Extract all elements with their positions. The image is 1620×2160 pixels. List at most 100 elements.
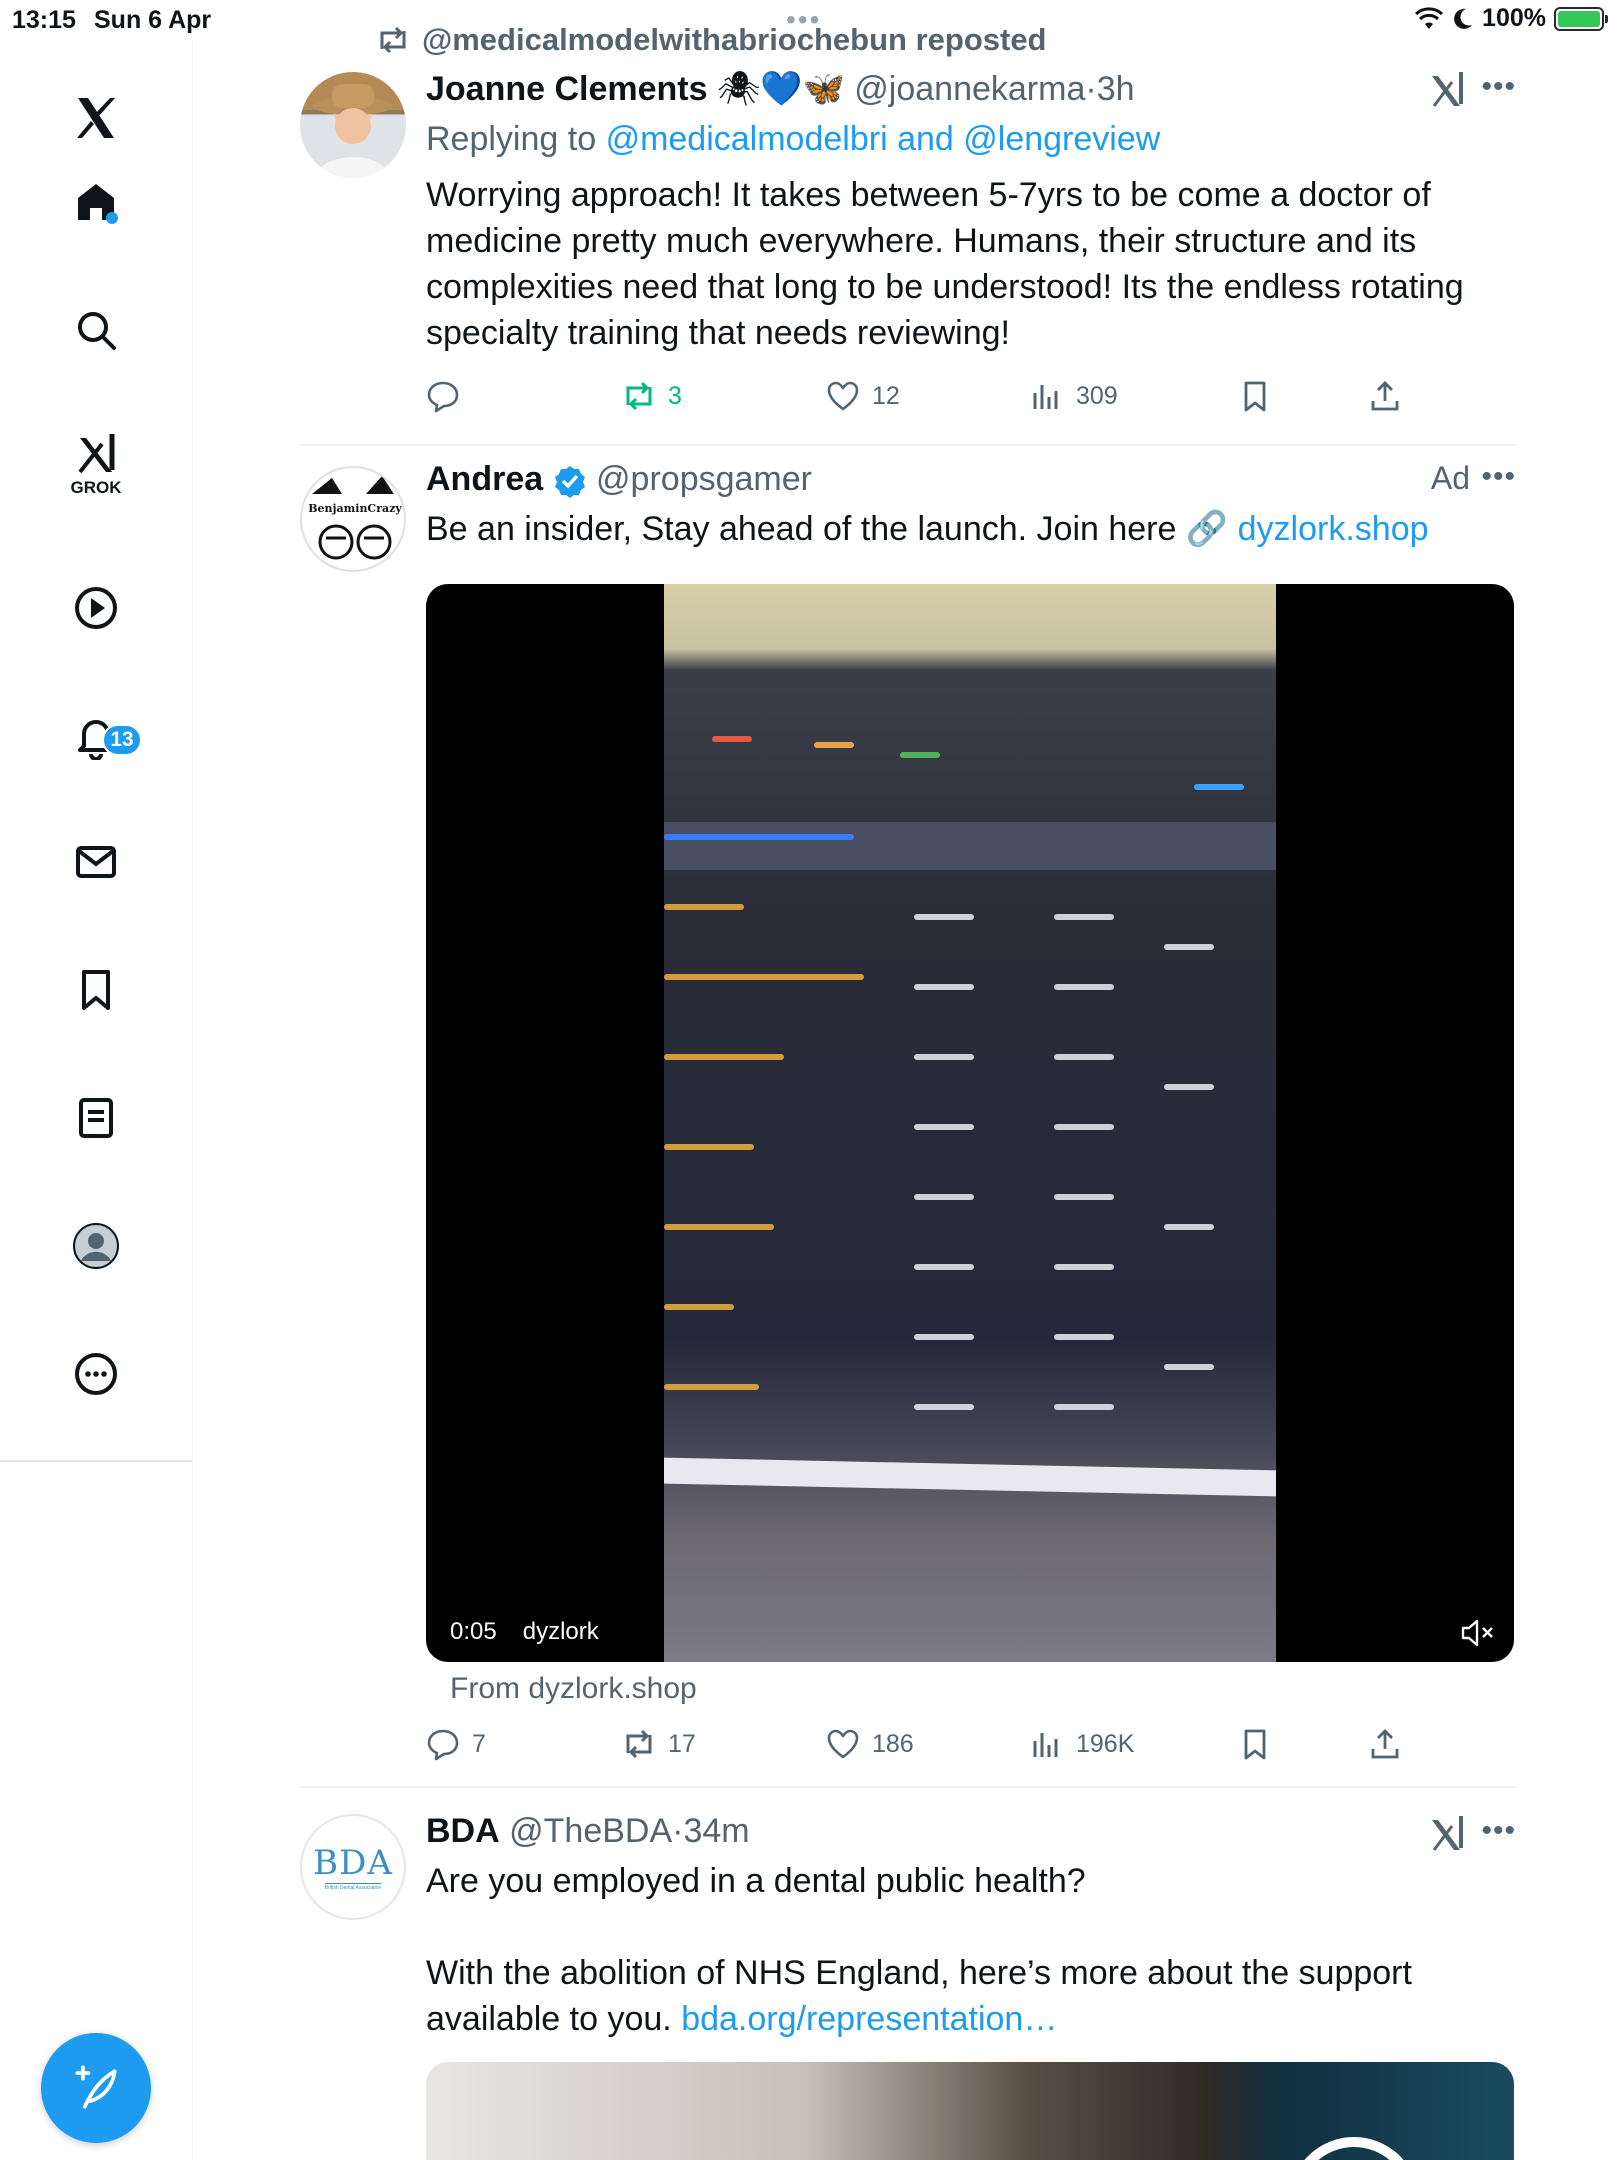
- like-button[interactable]: 12: [826, 379, 900, 413]
- video-frame-detail: [1054, 1264, 1114, 1270]
- views-button[interactable]: 309: [1030, 379, 1118, 413]
- post-time[interactable]: 3h: [1097, 70, 1135, 108]
- video-frame-detail: [664, 834, 854, 840]
- author-name[interactable]: Andrea: [426, 460, 543, 498]
- grok-explain-icon[interactable]: [1428, 1814, 1466, 1854]
- more-svg: [75, 1353, 117, 1395]
- ad-copy: Be an insider, Stay ahead of the launch.…: [426, 510, 1229, 548]
- repost-button[interactable]: 17: [622, 1727, 696, 1761]
- post-link[interactable]: bda.org/representation…: [681, 2000, 1057, 2038]
- bookmarks-icon[interactable]: [66, 960, 126, 1020]
- ad-source-line[interactable]: From dyzlork.shop: [450, 1672, 697, 1706]
- post-text-line: With the abolition of NHS England, here’…: [426, 1954, 1412, 1992]
- author-emoji: 🕷💙🦋: [716, 70, 845, 108]
- post-text: Worrying approach! It takes between 5-7y…: [426, 172, 1516, 356]
- video-frame-detail: [914, 914, 974, 920]
- author-handle[interactable]: @TheBDA: [509, 1812, 672, 1850]
- status-date: Sun 6 Apr: [94, 6, 212, 34]
- more-menu-icon[interactable]: •••: [1481, 1814, 1516, 1848]
- bookmark-button[interactable]: [1238, 1727, 1272, 1761]
- video-overlay: 0:05 dyzlork: [450, 1618, 599, 1646]
- post-bda[interactable]: BDA British Dental Association BDA @TheB…: [300, 1808, 1516, 2160]
- post-text-line: specialty training that needs reviewing!: [426, 314, 1010, 352]
- status-time: 13:15: [12, 6, 76, 34]
- video-frame-detail: [664, 1144, 754, 1150]
- video-frame-detail: [664, 1054, 784, 1060]
- mention-link-2[interactable]: @lengreview: [963, 120, 1160, 158]
- compose-post-button[interactable]: [41, 2033, 151, 2143]
- video-frame-detail: [1054, 1334, 1114, 1340]
- verified-badge-icon: [554, 466, 585, 499]
- video-frame-detail: [1054, 1194, 1114, 1200]
- post-header: Joanne Clements 🕷💙🦋 @joannekarma·3h: [426, 70, 1135, 108]
- grok-label: GROK: [70, 478, 122, 497]
- x-logo-icon[interactable]: [66, 88, 126, 148]
- home-icon[interactable]: [66, 172, 126, 232]
- share-button[interactable]: [1368, 1727, 1402, 1761]
- avatar-joanne[interactable]: [300, 72, 406, 178]
- video-frame-detail: [664, 1384, 759, 1390]
- lists-icon[interactable]: [66, 1088, 126, 1148]
- repost-count: 3: [668, 381, 682, 410]
- more-options-icon[interactable]: [66, 1344, 126, 1404]
- reply-count: 7: [472, 1729, 486, 1758]
- mention-link-1[interactable]: @medicalmodelbri: [606, 120, 888, 158]
- grok-icon[interactable]: [66, 424, 126, 484]
- video-frame-detail: [1054, 1124, 1114, 1130]
- heart-icon: [827, 1729, 859, 1759]
- messages-icon[interactable]: [66, 832, 126, 892]
- video-frame-detail: [1194, 784, 1244, 790]
- repost-small-icon: [380, 26, 406, 54]
- video-frame-detail: [914, 1124, 974, 1130]
- more-menu-icon[interactable]: •••: [1481, 70, 1516, 104]
- ad-text: Be an insider, Stay ahead of the launch.…: [426, 506, 1516, 552]
- bookmark-button[interactable]: [1238, 379, 1272, 413]
- post-header: BDA @TheBDA·34m: [426, 1812, 750, 1850]
- bookmark-svg: [82, 970, 110, 1010]
- video-frame-detail: [914, 1054, 974, 1060]
- post-actions: 3 12 309: [426, 376, 1416, 416]
- post-andrea-ad[interactable]: BenjaminCrazy Andrea @propsgamer Be an i…: [300, 460, 1516, 1784]
- post-time[interactable]: 34m: [683, 1812, 749, 1850]
- post-body-joanne: Joanne Clements 🕷💙🦋 @joannekarma·3h Repl…: [426, 66, 1516, 356]
- grok-explain-icon[interactable]: [1428, 70, 1466, 110]
- author-name[interactable]: BDA: [426, 1812, 500, 1850]
- views-button[interactable]: 196K: [1030, 1727, 1134, 1761]
- search-icon[interactable]: [66, 300, 126, 360]
- video-frame-detail: [712, 736, 752, 742]
- video-icon[interactable]: [66, 578, 126, 638]
- avatar-text: BDA: [313, 1843, 393, 1883]
- video-svg: [75, 587, 117, 629]
- hat-avatar-illustration: [313, 84, 393, 178]
- ad-video-player[interactable]: 0:05 dyzlork: [426, 584, 1514, 1662]
- video-frame-detail: [814, 742, 854, 748]
- mute-icon[interactable]: [1460, 1618, 1496, 1648]
- video-frame-detail: [914, 1334, 974, 1340]
- ad-link[interactable]: dyzlork.shop: [1238, 510, 1429, 548]
- repost-button[interactable]: 3: [622, 379, 682, 413]
- profile-avatar-icon[interactable]: [66, 1216, 126, 1276]
- reply-button[interactable]: 7: [426, 1727, 486, 1761]
- avatar-bda[interactable]: BDA British Dental Association: [300, 1814, 406, 1920]
- reply-button[interactable]: [426, 379, 460, 413]
- video-frame-detail: [664, 974, 864, 980]
- video-frame-detail: [1164, 1364, 1214, 1370]
- like-count: 186: [872, 1729, 914, 1758]
- author-handle[interactable]: @joannekarma: [854, 70, 1085, 108]
- avatar-andrea[interactable]: BenjaminCrazy: [300, 466, 406, 572]
- more-menu-icon[interactable]: •••: [1481, 460, 1516, 494]
- post-joanne[interactable]: @medicalmodelwithabriochebun reposted Jo…: [300, 22, 1516, 442]
- grok-svg: [78, 434, 115, 474]
- author-handle[interactable]: @propsgamer: [596, 460, 812, 498]
- post-actions: 7 17 186 196K: [426, 1724, 1416, 1764]
- search-svg: [78, 312, 116, 350]
- post-header: Andrea @propsgamer: [426, 456, 1516, 502]
- video-frame-detail: [1054, 984, 1114, 990]
- share-button[interactable]: [1368, 379, 1402, 413]
- post-image-preview[interactable]: [426, 2062, 1514, 2160]
- author-name[interactable]: Joanne Clements: [426, 70, 708, 108]
- share-icon: [1371, 1729, 1399, 1759]
- like-button[interactable]: 186: [826, 1727, 914, 1761]
- avatar-text: BenjaminCrazy: [308, 502, 402, 515]
- like-count: 12: [872, 381, 900, 410]
